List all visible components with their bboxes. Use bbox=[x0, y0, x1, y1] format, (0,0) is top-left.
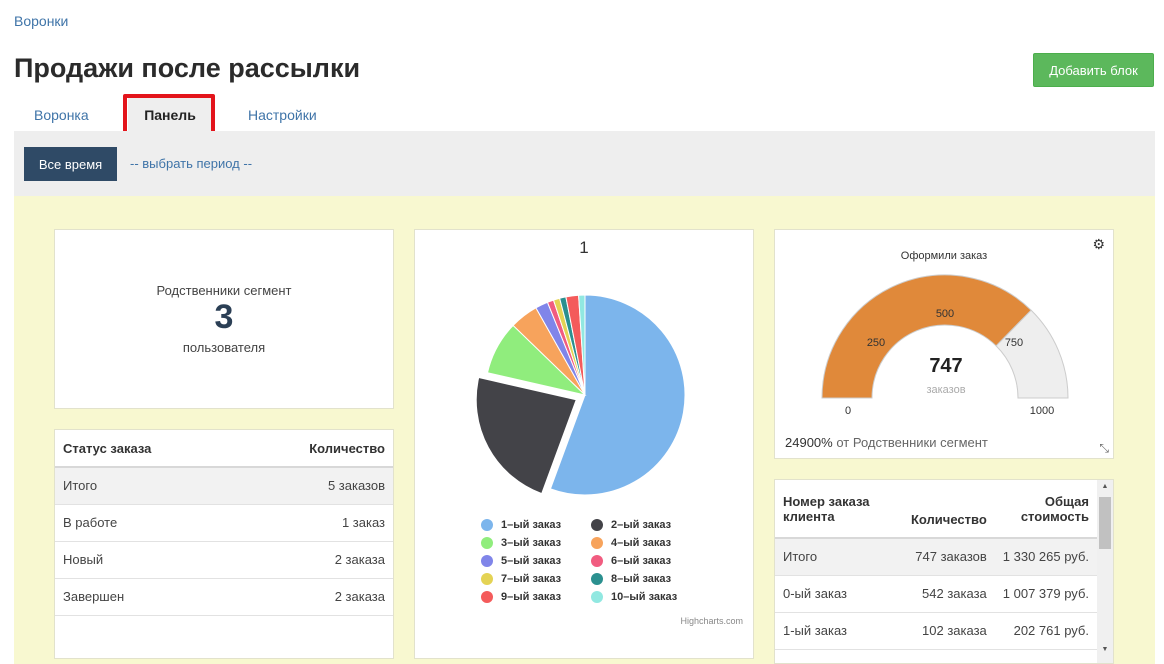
legend-label: 8–ый заказ bbox=[611, 573, 672, 585]
gauge-footer-percent: 24900% bbox=[785, 435, 833, 450]
legend-marker-icon bbox=[481, 573, 493, 585]
order-status-card: Статус заказа Количество Итого 5 заказов… bbox=[54, 429, 394, 659]
legend-item[interactable]: 1–ый заказ bbox=[481, 519, 561, 531]
column-header-total-cost[interactable]: Общая стоимость bbox=[994, 480, 1097, 539]
resize-icon[interactable]: ⤡ bbox=[1099, 441, 1109, 456]
status-cell: Итого bbox=[55, 467, 235, 505]
column-header-count[interactable]: Количество bbox=[234, 430, 393, 468]
gauge-value: 747 bbox=[929, 355, 962, 377]
tab-settings[interactable]: Настройки bbox=[248, 98, 317, 131]
status-cell: В работе bbox=[55, 504, 235, 542]
cost-cell: 1 330 265 руб. bbox=[994, 538, 1097, 576]
legend-item[interactable]: 10–ый заказ bbox=[591, 591, 677, 603]
pie-chart-card: 1 1–ый заказ 2–ый заказ 3–ый заказ 4–ый зак… bbox=[414, 229, 754, 659]
gauge-card: Оформили заказ ⚙ 747 заказов 0 250 500 7… bbox=[774, 229, 1114, 459]
order-status-table: Статус заказа Количество Итого 5 заказов… bbox=[55, 430, 393, 616]
count-cell: 2 заказа bbox=[234, 541, 393, 579]
column-header-status[interactable]: Статус заказа bbox=[55, 430, 235, 468]
select-period-link[interactable]: -- выбрать период -- bbox=[130, 156, 252, 171]
chart-credits[interactable]: Highcharts.com bbox=[680, 616, 743, 626]
legend-label: 4–ый заказ bbox=[611, 537, 672, 549]
legend-marker-icon bbox=[591, 573, 603, 585]
count-cell: 5 заказов bbox=[234, 467, 393, 505]
legend-marker-icon bbox=[481, 591, 493, 603]
gauge-chart: 747 заказов 0 250 500 750 1000 bbox=[821, 274, 1069, 417]
legend-marker-icon bbox=[591, 591, 603, 603]
table-row: В работе 1 заказ bbox=[55, 504, 393, 542]
order-cell: 0-ый заказ bbox=[775, 575, 885, 613]
legend-marker-icon bbox=[591, 519, 603, 531]
gauge-tick-label: 1000 bbox=[1030, 405, 1054, 417]
tab-funnel[interactable]: Воронка bbox=[34, 98, 89, 131]
segment-count: 3 bbox=[214, 298, 234, 336]
legend-item[interactable]: 2–ый заказ bbox=[591, 519, 671, 531]
legend-item[interactable]: 9–ый заказ bbox=[481, 591, 561, 603]
page-title: Продажи после рассылки bbox=[14, 53, 361, 83]
quantity-cell: 542 заказа bbox=[885, 575, 995, 613]
segment-name: Родственники сегмент bbox=[156, 283, 292, 298]
count-cell: 2 заказа bbox=[234, 578, 393, 616]
scrollbar[interactable]: ▲ ▼ bbox=[1097, 480, 1113, 663]
legend-label: 10–ый заказ bbox=[611, 591, 678, 603]
legend-item[interactable]: 8–ый заказ bbox=[591, 573, 671, 585]
scroll-down-arrow-icon[interactable]: ▼ bbox=[1097, 643, 1113, 657]
order-cell: 1-ый заказ bbox=[775, 612, 885, 650]
segment-unit: пользователя bbox=[182, 340, 266, 355]
table-row: Итого 747 заказов 1 330 265 руб. bbox=[775, 538, 1097, 576]
quantity-cell: 102 заказа bbox=[885, 612, 995, 650]
table-header-row: Статус заказа Количество bbox=[55, 430, 393, 468]
legend-item[interactable]: 5–ый заказ bbox=[481, 555, 561, 567]
column-header-order-number[interactable]: Номер заказа клиента bbox=[775, 480, 885, 539]
order-cell: Итого bbox=[775, 538, 885, 576]
column-header-quantity[interactable]: Количество bbox=[885, 480, 995, 539]
count-cell: 1 заказ bbox=[234, 504, 393, 542]
add-block-button[interactable]: Добавить блок bbox=[1033, 53, 1154, 87]
quantity-cell: 747 заказов bbox=[885, 538, 995, 576]
gauge-footer: 24900% от Родственники сегмент bbox=[785, 435, 988, 450]
table-row: Итого 5 заказов bbox=[55, 467, 393, 505]
cost-cell: 1 007 379 руб. bbox=[994, 575, 1097, 613]
legend-item[interactable]: 4–ый заказ bbox=[591, 537, 671, 549]
gauge-unit: заказов bbox=[926, 384, 965, 396]
cost-cell: 202 761 руб. bbox=[994, 612, 1097, 650]
legend-label: 5–ый заказ bbox=[501, 555, 562, 567]
breadcrumb[interactable]: Воронки bbox=[14, 13, 68, 29]
table-row: 0-ый заказ 542 заказа 1 007 379 руб. bbox=[775, 575, 1097, 613]
scroll-up-arrow-icon[interactable]: ▲ bbox=[1097, 480, 1113, 494]
table-row: Новый 2 заказа bbox=[55, 541, 393, 579]
legend-marker-icon bbox=[481, 519, 493, 531]
gauge-footer-text: от Родственники сегмент bbox=[832, 435, 988, 450]
orders-card: Номер заказа клиента Количество Общая ст… bbox=[774, 479, 1114, 664]
table-header-row: Номер заказа клиента Количество Общая ст… bbox=[775, 480, 1097, 539]
gauge-tick-label: 750 bbox=[1005, 337, 1023, 349]
legend-item[interactable]: 3–ый заказ bbox=[481, 537, 561, 549]
legend-item[interactable]: 7–ый заказ bbox=[481, 573, 561, 585]
legend-label: 9–ый заказ bbox=[501, 591, 562, 603]
legend-marker-icon bbox=[481, 537, 493, 549]
segment-card: Родственники сегмент 3 пользователя bbox=[54, 229, 394, 409]
legend-label: 6–ый заказ bbox=[611, 555, 672, 567]
legend-marker-icon bbox=[591, 537, 603, 549]
table-row: 1-ый заказ 102 заказа 202 761 руб. bbox=[775, 612, 1097, 650]
gauge-fill bbox=[821, 274, 1032, 399]
legend-label: 1–ый заказ bbox=[501, 519, 562, 531]
pie-chart bbox=[475, 294, 686, 496]
status-cell: Завершен bbox=[55, 578, 235, 616]
gauge-tick-label: 0 bbox=[845, 405, 851, 417]
legend-label: 7–ый заказ bbox=[501, 573, 562, 585]
scrollbar-thumb[interactable] bbox=[1099, 497, 1111, 549]
legend-label: 3–ый заказ bbox=[501, 537, 562, 549]
orders-table: Номер заказа клиента Количество Общая ст… bbox=[775, 480, 1097, 650]
gauge-tick-label: 500 bbox=[936, 308, 954, 320]
legend-item[interactable]: 6–ый заказ bbox=[591, 555, 671, 567]
status-cell: Новый bbox=[55, 541, 235, 579]
table-row: Завершен 2 заказа bbox=[55, 578, 393, 616]
legend-label: 2–ый заказ bbox=[611, 519, 672, 531]
legend-marker-icon bbox=[481, 555, 493, 567]
all-time-button[interactable]: Все время bbox=[24, 147, 117, 181]
gauge-tick-label: 250 bbox=[867, 337, 885, 349]
legend-marker-icon bbox=[591, 555, 603, 567]
